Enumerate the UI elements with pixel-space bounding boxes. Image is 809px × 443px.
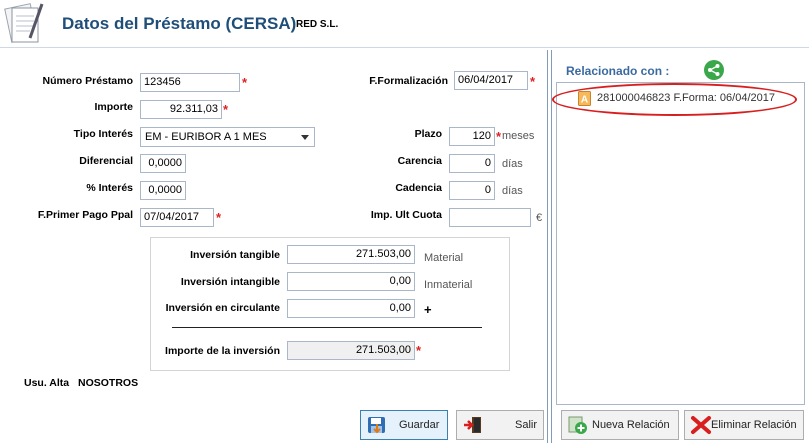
tipo-interes-value: EM - EURIBOR A 1 MES — [145, 131, 267, 143]
imp-ult-cuota-input[interactable] — [449, 208, 531, 227]
add-relation-icon — [567, 415, 589, 435]
required-marker: * — [242, 75, 248, 90]
company-name: RED S.L. — [296, 19, 339, 30]
imp-ult-cuota-label: Imp. Ult Cuota — [370, 209, 442, 221]
tipo-interes-select[interactable]: EM - EURIBOR A 1 MES — [140, 127, 315, 147]
required-marker: * — [416, 343, 422, 358]
f-primer-pago-input[interactable]: 07/04/2017 — [140, 208, 214, 227]
eliminar-relacion-button[interactable]: Eliminar Relación — [684, 410, 804, 440]
usu-alta-label: Usu. Alta — [24, 377, 70, 389]
plazo-unit: meses — [502, 130, 535, 142]
required-marker: * — [496, 129, 502, 144]
inversion-circulante-label: Inversión en circulante — [165, 302, 280, 314]
guardar-label: Guardar — [399, 419, 440, 431]
inversion-circulante-input[interactable]: 0,00 — [287, 299, 415, 318]
cadencia-input[interactable]: 0 — [449, 181, 495, 200]
exit-icon — [462, 415, 484, 435]
euro-unit: € — [536, 212, 543, 224]
importe-inversion-input: 271.503,00 — [287, 341, 415, 360]
f-primer-pago-label: F.Primer Pago Ppal — [37, 209, 133, 221]
app-logo-icon — [0, 0, 46, 46]
relacionado-title: Relacionado con : — [566, 64, 670, 78]
plazo-input[interactable]: 120 — [449, 127, 495, 146]
inversion-tangible-note: Material — [424, 252, 464, 264]
highlight-annotation — [552, 83, 797, 116]
required-marker: * — [530, 74, 536, 89]
numero-prestamo-label: Número Préstamo — [42, 75, 133, 87]
carencia-input[interactable]: 0 — [449, 154, 495, 173]
panel-splitter-edge — [551, 50, 552, 443]
f-formalizacion-label: F.Formalización — [369, 75, 448, 87]
share-icon[interactable] — [704, 60, 724, 80]
plazo-label: Plazo — [414, 128, 442, 140]
diferencial-label: Diferencial — [79, 155, 133, 167]
guardar-button[interactable]: Guardar — [360, 410, 448, 440]
importe-input[interactable]: 92.311,03 — [140, 100, 222, 119]
required-marker: * — [223, 102, 229, 117]
nueva-relacion-button[interactable]: Nueva Relación — [561, 410, 679, 440]
save-icon — [366, 415, 388, 435]
importe-inversion-label: Importe de la inversión — [165, 345, 280, 357]
carencia-unit: días — [502, 158, 523, 170]
sum-divider — [172, 327, 482, 328]
inversion-tangible-input[interactable]: 271.503,00 — [287, 245, 415, 264]
chevron-down-icon[interactable] — [301, 135, 309, 140]
cadencia-unit: días — [502, 185, 523, 197]
delete-x-icon — [690, 415, 712, 435]
pct-interes-input[interactable]: 0,0000 — [140, 181, 186, 200]
importe-label: Importe — [94, 101, 133, 113]
tipo-interes-label: Tipo Interés — [73, 128, 133, 140]
inversion-tangible-label: Inversión tangible — [190, 249, 280, 261]
page-title: Datos del Préstamo (CERSA) — [62, 14, 297, 33]
pct-interes-label: % Interés — [86, 182, 133, 194]
salir-label: Salir — [515, 419, 538, 431]
usu-alta-value: NOSOTROS — [78, 377, 139, 389]
inversion-intangible-label: Inversión intangible — [180, 276, 280, 288]
salir-button[interactable]: Salir — [456, 410, 544, 440]
cadencia-label: Cadencia — [395, 182, 442, 194]
nueva-relacion-label: Nueva Relación — [592, 419, 670, 431]
inversion-intangible-note: Inmaterial — [424, 279, 473, 291]
f-formalizacion-input[interactable]: 06/04/2017 — [454, 71, 528, 90]
diferencial-input[interactable]: 0,0000 — [140, 154, 186, 173]
plus-sign: + — [424, 302, 432, 317]
header-divider — [0, 47, 809, 48]
inversion-intangible-input[interactable]: 0,00 — [287, 272, 415, 291]
numero-prestamo-input[interactable]: 123456 — [140, 73, 240, 92]
related-list[interactable] — [556, 82, 805, 405]
eliminar-relacion-label: Eliminar Relación — [711, 419, 797, 431]
panel-splitter[interactable] — [547, 50, 548, 443]
carencia-label: Carencia — [397, 155, 442, 167]
required-marker: * — [216, 210, 222, 225]
